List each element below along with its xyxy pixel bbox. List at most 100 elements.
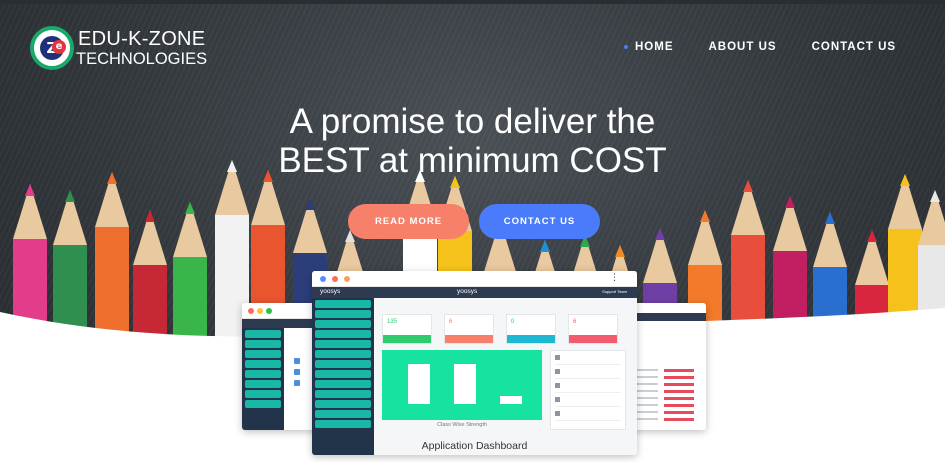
mock-sidebar-item [245, 390, 281, 398]
sidebar-item [315, 380, 371, 388]
sidebar-item [315, 390, 371, 398]
fee-list-panel [550, 350, 626, 430]
sidebar-item [315, 320, 371, 328]
headline-line-2: BEST at minimum COST [278, 141, 667, 180]
brand-subtitle: TECHNOLOGIES [76, 50, 208, 68]
chart-bar [500, 396, 522, 404]
pencil-lead [107, 172, 117, 184]
pencil-lead [65, 190, 75, 202]
mock-sidebar-item [245, 330, 281, 338]
sidebar-item [315, 330, 371, 338]
stat-bar [507, 335, 555, 343]
pencil-lead [25, 184, 35, 196]
dashboard-appbar: yoosys yoosys Support Team [312, 287, 637, 298]
pencil-lead [185, 202, 195, 214]
list-item [555, 407, 621, 421]
pencil-lead [540, 240, 550, 252]
sidebar-item [315, 300, 371, 308]
list-item [555, 379, 621, 393]
pencil-lead [825, 212, 835, 224]
pencil-lead [867, 230, 877, 242]
mock-sidebar [242, 328, 284, 430]
dashboard-sidebar [312, 298, 374, 455]
pencil-lead [700, 210, 710, 222]
stat-card: 135 [382, 314, 432, 344]
stat-bar [445, 335, 493, 343]
user-icon [294, 358, 300, 364]
sidebar-item [315, 400, 371, 408]
preview-screen-main: ⋮ yoosys yoosys Support Team 135 6 0 6 C… [312, 271, 637, 455]
sidebar-item [315, 340, 371, 348]
logo-badge-sub: e [52, 40, 66, 54]
user-icon [294, 380, 300, 386]
brand-logo[interactable]: Z e EDU-K-ZONE TECHNOLOGIES [30, 26, 208, 72]
pencil-lead [615, 245, 625, 257]
nav-contact-label: CONTACT US [811, 41, 897, 53]
chart-bar [454, 364, 476, 404]
nav-contact-us[interactable]: CONTACT US [812, 41, 897, 53]
stat-value: 6 [573, 319, 577, 325]
stat-value: 6 [449, 319, 453, 325]
mock-sidebar-item [245, 350, 281, 358]
window-dot-icon [248, 308, 254, 314]
sidebar-item [315, 310, 371, 318]
mock-sidebar-item [245, 340, 281, 348]
headline-line-1: A promise to deliver the [289, 102, 656, 141]
list-item [555, 351, 621, 365]
pencil-lead [743, 180, 753, 192]
stat-value: 135 [387, 319, 398, 325]
window-bar: ⋮ [312, 271, 637, 287]
stat-card: 6 [444, 314, 494, 344]
chart-bar [408, 364, 430, 404]
window-dot-icon [320, 276, 326, 282]
sidebar-item [315, 360, 371, 368]
dashboard-caption: Application Dashboard [421, 440, 528, 452]
pencil-lead [785, 196, 795, 208]
hero-banner: Z e EDU-K-ZONE TECHNOLOGIES HOME ABOUT U… [0, 0, 945, 462]
window-dot-icon [257, 308, 263, 314]
window-dot-icon [266, 308, 272, 314]
pencil-lead [900, 174, 910, 186]
sidebar-item [315, 350, 371, 358]
app-title: yoosys [457, 288, 478, 295]
list-item [555, 365, 621, 379]
stat-card: 6 [568, 314, 618, 344]
nav-about-us[interactable]: ABOUT US [709, 41, 777, 53]
main-nav: HOME ABOUT US CONTACT US [624, 41, 896, 53]
stat-bar [569, 335, 617, 343]
menu-dots-icon: ⋮ [610, 273, 619, 283]
mock-sidebar-item [245, 380, 281, 388]
mock-sidebar-item [245, 370, 281, 378]
hero-headline: A promise to deliver the BEST at minimum… [200, 102, 745, 180]
list-item [555, 393, 621, 407]
sidebar-item [315, 420, 371, 428]
pencil-tip [918, 190, 945, 245]
stat-bar [383, 335, 431, 343]
stat-card: 0 [506, 314, 556, 344]
pencil-lead [145, 210, 155, 222]
contact-us-button[interactable]: CONTACT US [479, 204, 600, 239]
pencil-lead [930, 190, 940, 202]
chart-caption: Class Wise Strength [437, 422, 487, 428]
nav-home-label: HOME [635, 41, 674, 53]
active-dot-icon [624, 45, 628, 49]
pencil-lead [655, 228, 665, 240]
sidebar-item [315, 410, 371, 418]
user-icon [294, 369, 300, 375]
window-dot-icon [332, 276, 338, 282]
pencil-lead [305, 198, 315, 210]
app-logo: yoosys [320, 288, 341, 295]
dashboard-main: 135 6 0 6 Class Wise Strength [374, 298, 637, 455]
user-menu: Support Team [602, 289, 627, 294]
nav-about-label: ABOUT US [708, 41, 777, 53]
window-dot-icon [344, 276, 350, 282]
mock-sidebar-item [245, 360, 281, 368]
class-strength-chart [382, 350, 542, 420]
nav-home[interactable]: HOME [624, 41, 674, 53]
mock-status-column [664, 369, 694, 425]
read-more-button[interactable]: READ MORE [348, 204, 469, 239]
sidebar-item [315, 370, 371, 378]
stat-value: 0 [511, 319, 515, 325]
brand-name: EDU-K-ZONE [78, 28, 206, 50]
logo-badge-icon: Z e [30, 26, 74, 70]
